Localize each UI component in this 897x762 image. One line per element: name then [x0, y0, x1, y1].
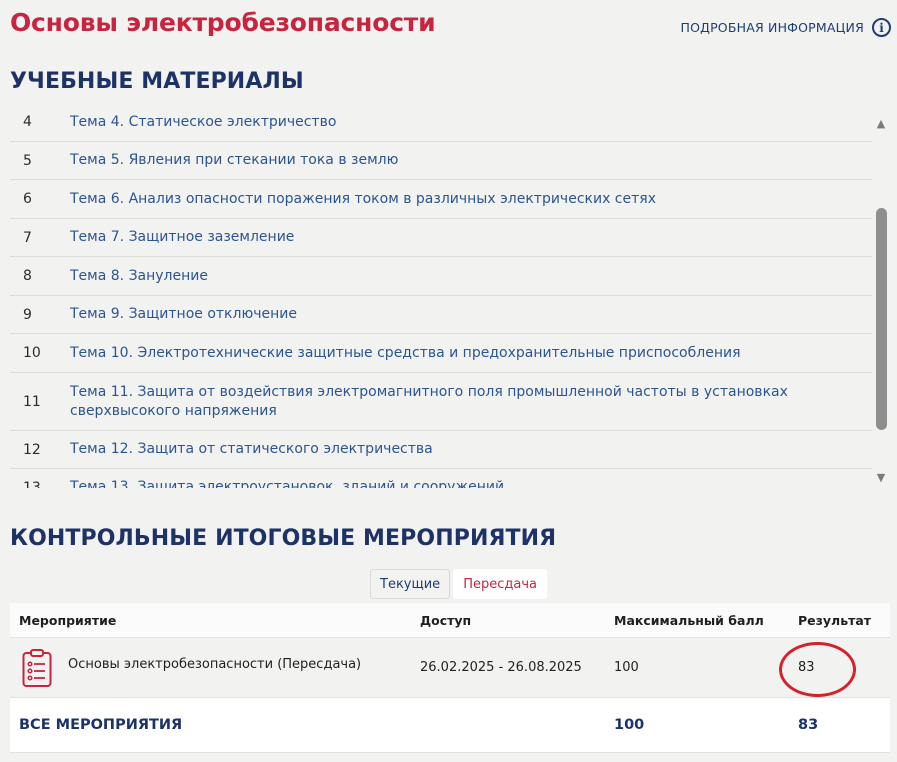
- material-item-4[interactable]: 4 Тема 4. Статическое электричество: [10, 103, 872, 142]
- material-link[interactable]: Тема 8. Зануление: [70, 267, 218, 286]
- scrollbar-thumb[interactable]: [876, 208, 887, 430]
- column-result: Результат: [798, 612, 872, 628]
- material-number: 9: [23, 306, 32, 323]
- details-link-label: ПОДРОБНАЯ ИНФОРМАЦИЯ: [680, 20, 864, 35]
- material-item-8[interactable]: 8 Тема 8. Зануление: [10, 257, 872, 296]
- result-highlight-circle: [779, 642, 856, 697]
- total-label: ВСЕ МЕРОПРИЯТИЯ: [19, 717, 183, 733]
- event-max-score: 100: [614, 660, 639, 675]
- material-number: 5: [23, 152, 32, 169]
- material-item-13[interactable]: 13 Тема 13. Защита электроустановок, зда…: [10, 469, 872, 488]
- tab-retake[interactable]: Пересдача: [453, 569, 547, 599]
- column-event: Мероприятие: [19, 612, 117, 628]
- material-link[interactable]: Тема 13. Защита электроустановок, зданий…: [70, 478, 514, 488]
- material-item-12[interactable]: 12 Тема 12. Защита от статического элект…: [10, 431, 872, 469]
- material-link[interactable]: Тема 5. Явления при стекании тока в земл…: [70, 151, 408, 170]
- material-item-11[interactable]: 11 Тема 11. Защита от воздействия электр…: [10, 373, 872, 431]
- clipboard-icon: [22, 648, 52, 687]
- material-number: 11: [23, 393, 41, 410]
- material-item-7[interactable]: 7 Тема 7. Защитное заземление: [10, 219, 872, 257]
- total-row: ВСЕ МЕРОПРИЯТИЯ 100 83: [10, 698, 890, 753]
- material-item-5[interactable]: 5 Тема 5. Явления при стекании тока в зе…: [10, 142, 872, 180]
- material-number: 8: [23, 268, 32, 284]
- table-row[interactable]: Основы электробезопасности (Пересдача) 2…: [10, 638, 890, 698]
- tab-current[interactable]: Текущие: [370, 569, 451, 599]
- page-title: Основы электробезопасности: [10, 8, 436, 37]
- material-number: 6: [23, 191, 32, 207]
- material-link[interactable]: Тема 6. Анализ опасности поражения током…: [70, 190, 666, 209]
- material-link[interactable]: Тема 4. Статическое электричество: [70, 113, 346, 132]
- details-link[interactable]: ПОДРОБНАЯ ИНФОРМАЦИЯ i: [680, 18, 891, 37]
- events-tabs: Текущие Пересдача: [370, 569, 547, 599]
- material-number: 10: [23, 345, 41, 361]
- event-cell: Основы электробезопасности (Пересдача): [10, 648, 420, 688]
- materials-list[interactable]: 4 Тема 4. Статическое электричество 5 Те…: [10, 103, 872, 488]
- material-link[interactable]: Тема 11. Защита от воздействия электрома…: [70, 383, 872, 421]
- material-number: 13: [23, 479, 41, 489]
- material-link[interactable]: Тема 12. Защита от статического электрич…: [70, 440, 443, 459]
- scroll-down-arrow[interactable]: ▼: [874, 471, 888, 484]
- events-section-title: КОНТРОЛЬНЫЕ ИТОГОВЫЕ МЕРОПРИЯТИЯ: [10, 526, 557, 551]
- info-icon: i: [872, 18, 891, 37]
- material-item-6[interactable]: 6 Тема 6. Анализ опасности поражения ток…: [10, 180, 872, 219]
- event-name[interactable]: Основы электробезопасности (Пересдача): [68, 657, 361, 672]
- material-link[interactable]: Тема 9. Защитное отключение: [70, 305, 307, 324]
- material-item-9[interactable]: 9 Тема 9. Защитное отключение: [10, 296, 872, 334]
- material-link[interactable]: Тема 10. Электротехнические защитные сре…: [70, 344, 751, 363]
- column-access: Доступ: [420, 612, 472, 628]
- scroll-up-arrow[interactable]: ▲: [874, 117, 888, 130]
- material-number: 4: [23, 114, 32, 130]
- event-access: 26.02.2025 - 26.08.2025: [420, 660, 582, 675]
- table-header: Мероприятие Доступ Максимальный балл Рез…: [10, 603, 890, 638]
- material-number: 7: [23, 229, 32, 246]
- column-max-score: Максимальный балл: [614, 612, 764, 628]
- total-result: 83: [798, 717, 819, 733]
- material-number: 12: [23, 441, 41, 458]
- total-max-score: 100: [614, 717, 645, 733]
- events-table: Мероприятие Доступ Максимальный балл Рез…: [10, 603, 890, 753]
- material-link[interactable]: Тема 7. Защитное заземление: [70, 228, 304, 247]
- material-item-10[interactable]: 10 Тема 10. Электротехнические защитные …: [10, 334, 872, 373]
- materials-section-title: УЧЕБНЫЕ МАТЕРИАЛЫ: [10, 69, 304, 94]
